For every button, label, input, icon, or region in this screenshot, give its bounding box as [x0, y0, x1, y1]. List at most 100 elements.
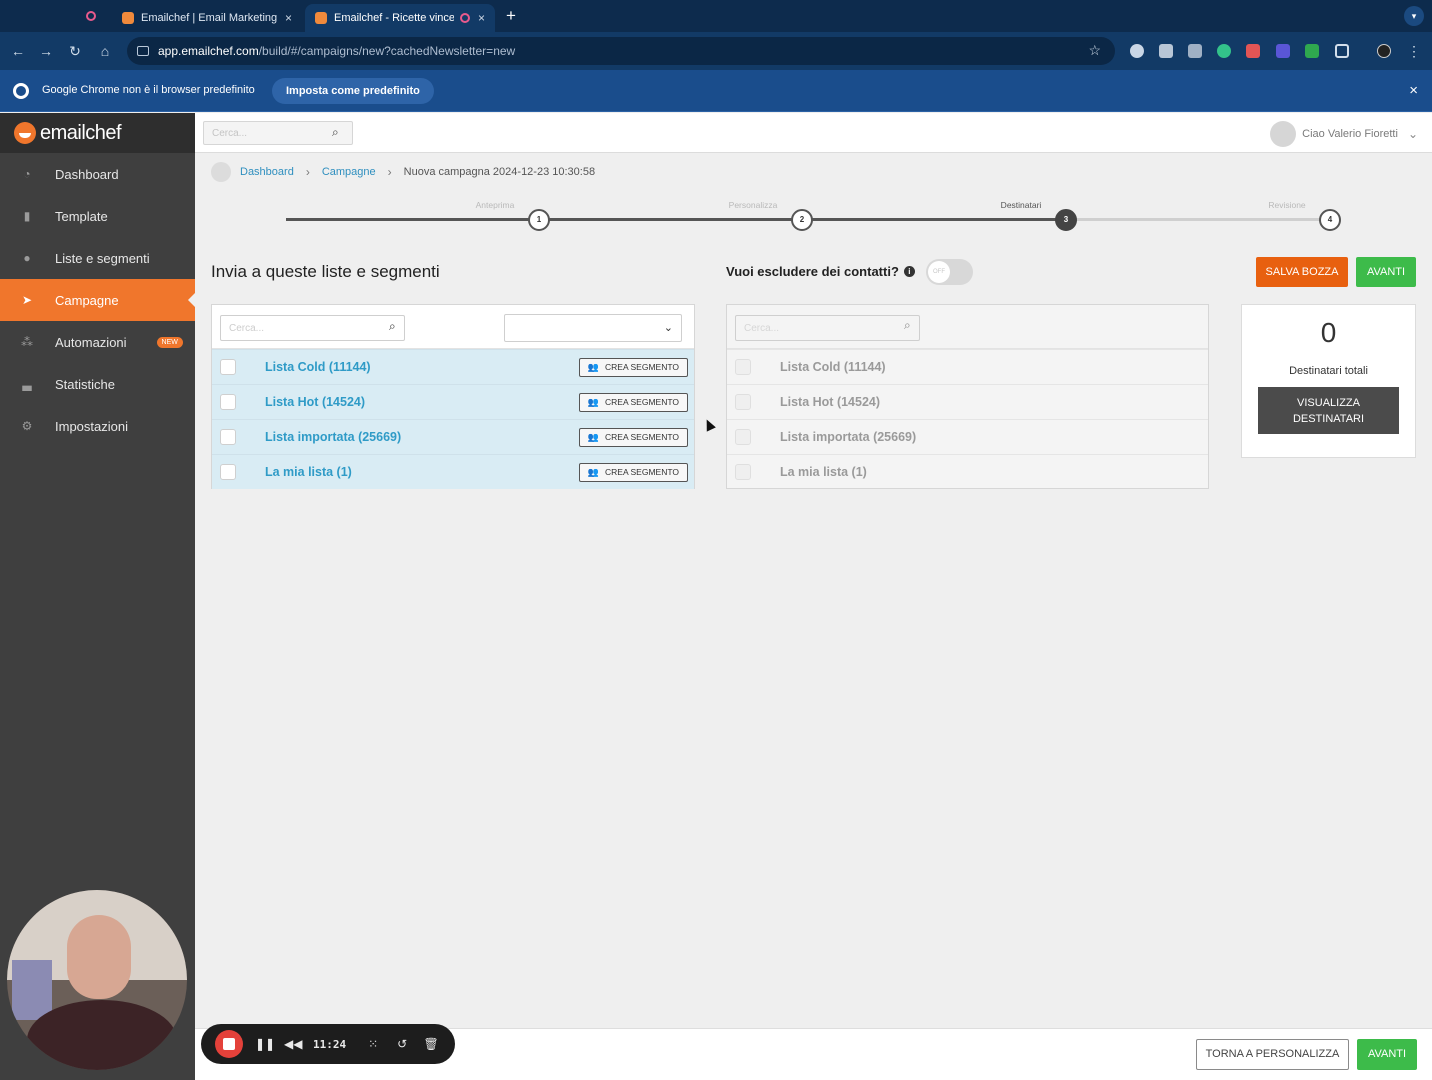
- browser-tab-1[interactable]: Emailchef | Email Marketing A ×: [112, 4, 302, 32]
- extension-7-icon[interactable]: [1305, 44, 1319, 58]
- sidebar-item-impostazioni[interactable]: ⚙ Impostazioni: [0, 405, 195, 447]
- extension-6-icon[interactable]: [1276, 44, 1290, 58]
- users-icon: 👥: [587, 396, 599, 407]
- extension-4-icon[interactable]: [1217, 44, 1231, 58]
- tab-search-icon[interactable]: ▾: [1404, 6, 1424, 26]
- step-label: Destinatari: [1000, 200, 1042, 210]
- avatar: [1270, 121, 1297, 147]
- search-icon[interactable]: ⌕: [332, 125, 339, 140]
- next-button-bottom[interactable]: AVANTI: [1357, 1039, 1417, 1070]
- dashboard-home-icon[interactable]: [211, 162, 231, 182]
- chevron-right-icon: ›: [305, 165, 310, 179]
- sidebar-item-campagne[interactable]: ➤ Campagne: [0, 279, 195, 321]
- create-segment-button[interactable]: 👥 CREA SEGMENTO: [578, 462, 688, 482]
- list-checkbox[interactable]: [220, 394, 236, 410]
- extension-3-icon[interactable]: [1188, 44, 1202, 58]
- lists-search-input[interactable]: Cerca...: [220, 315, 405, 341]
- app-top-bar: Cerca... ⌕ Ciao Valerio Fioretti ⌄: [195, 113, 1432, 153]
- step-2[interactable]: 2: [791, 209, 813, 231]
- address-bar[interactable]: app.emailchef.com /build/#/campaigns/new…: [127, 37, 1115, 65]
- extension-2-icon[interactable]: [1159, 44, 1173, 58]
- extension-5-icon[interactable]: [1246, 44, 1260, 58]
- bookmark-star-icon[interactable]: ☆: [1088, 42, 1101, 59]
- new-tab-button[interactable]: +: [502, 6, 520, 26]
- recording-timer: 11:24: [313, 1037, 347, 1051]
- breadcrumb-campagne[interactable]: Campagne: [322, 166, 376, 178]
- search-icon[interactable]: ⌕: [389, 319, 396, 334]
- sidebar-item-label: Automazioni: [55, 334, 127, 350]
- user-menu[interactable]: Ciao Valerio Fioretti ⌄: [1270, 121, 1418, 147]
- infobar-close-icon[interactable]: ×: [1409, 82, 1418, 99]
- gauge-icon: ◔: [23, 167, 31, 181]
- list-name[interactable]: Lista Cold (11144): [265, 360, 371, 374]
- create-segment-label: CREA SEGMENTO: [605, 467, 679, 477]
- exclude-contacts-toggle[interactable]: OFF: [926, 259, 973, 285]
- set-default-button[interactable]: Imposta come predefinito: [272, 78, 434, 104]
- chrome-menu-icon[interactable]: ⋮: [1404, 41, 1424, 61]
- stop-recording-button[interactable]: [215, 1030, 243, 1058]
- step-4[interactable]: 4: [1319, 209, 1341, 231]
- create-segment-button[interactable]: 👥 CREA SEGMENTO: [578, 392, 688, 412]
- exclude-list-row: La mia lista (1): [727, 454, 1208, 489]
- list-name[interactable]: La mia lista (1): [265, 465, 352, 479]
- brand-logo[interactable]: emailchef: [0, 113, 195, 153]
- sidebar-item-label: Statistiche: [55, 376, 115, 392]
- save-draft-button[interactable]: SALVA BOZZA: [1256, 257, 1348, 287]
- list-checkbox[interactable]: [220, 464, 236, 480]
- create-segment-label: CREA SEGMENTO: [605, 397, 679, 407]
- step-1[interactable]: 1: [528, 209, 550, 231]
- tab-close-icon[interactable]: ×: [285, 11, 292, 25]
- lists-section-title: Invia a queste liste e segmenti: [211, 262, 440, 281]
- home-icon[interactable]: ⌂: [95, 41, 115, 61]
- chevron-right-icon: ›: [387, 165, 392, 179]
- list-name[interactable]: Lista Hot (14524): [265, 395, 365, 409]
- profile-avatar-icon[interactable]: [1377, 44, 1391, 58]
- sidebar-item-statistiche[interactable]: ▃ Statistiche: [0, 363, 195, 405]
- sidebar-item-template[interactable]: ▮ Template: [0, 195, 195, 237]
- new-badge: NEW: [156, 336, 183, 348]
- extensions-puzzle-icon[interactable]: [1335, 44, 1349, 58]
- browser-tab-2[interactable]: Emailchef - Ricette vincenti ×: [305, 4, 495, 32]
- sidebar-item-automazioni[interactable]: ⁂ Automazioni NEW: [0, 321, 195, 363]
- list-name: Lista Hot (14524): [780, 395, 881, 409]
- tab-close-icon[interactable]: ×: [478, 11, 485, 25]
- rewind-icon[interactable]: ◀◀: [284, 1037, 302, 1051]
- stepper-progress-line: [286, 218, 1066, 221]
- back-icon[interactable]: ←: [8, 41, 28, 61]
- list-row[interactable]: Lista Cold (11144) 👥 CREA SEGMENTO: [212, 349, 694, 384]
- list-checkbox[interactable]: [220, 429, 236, 445]
- next-button-top[interactable]: AVANTI: [1356, 257, 1416, 287]
- sidebar-item-dashboard[interactable]: ◔ Dashboard: [0, 153, 195, 195]
- list-name[interactable]: Lista importata (25669): [265, 430, 401, 444]
- global-search-input[interactable]: Cerca...: [203, 121, 353, 145]
- create-segment-button[interactable]: 👥 CREA SEGMENTO: [578, 357, 688, 377]
- list-row[interactable]: La mia lista (1) 👥 CREA SEGMENTO: [212, 454, 694, 489]
- sidebar-item-liste-e-segmenti[interactable]: ● Liste e segmenti: [0, 237, 195, 279]
- view-recipients-button[interactable]: VISUALIZZA DESTINATARI: [1258, 387, 1399, 434]
- reload-icon[interactable]: ↻: [65, 41, 85, 61]
- sidebar-item-label: Template: [55, 208, 108, 224]
- trash-icon[interactable]: 🗑: [422, 1037, 440, 1051]
- browser-tab-title: Emailchef | Email Marketing A: [141, 12, 277, 24]
- pause-icon[interactable]: ❚❚: [255, 1037, 275, 1051]
- step-3[interactable]: 3: [1055, 209, 1077, 231]
- back-to-personalize-button[interactable]: TORNA A PERSONALIZZA: [1196, 1039, 1349, 1070]
- search-icon: ⌕: [904, 318, 911, 332]
- site-info-icon[interactable]: [137, 46, 149, 56]
- recording-indicator-icon: [86, 11, 96, 21]
- extension-1-icon[interactable]: [1130, 44, 1144, 58]
- create-segment-button[interactable]: 👥 CREA SEGMENTO: [578, 427, 688, 447]
- default-browser-infobar: Google Chrome non è il browser predefini…: [0, 70, 1432, 112]
- info-icon[interactable]: i: [903, 266, 915, 277]
- forward-icon[interactable]: →: [36, 41, 56, 61]
- list-row[interactable]: Lista importata (25669) 👥 CREA SEGMENTO: [212, 419, 694, 454]
- users-icon: 👥: [587, 361, 599, 372]
- browser-tab-bar: Emailchef | Email Marketing A × Emailche…: [0, 0, 1432, 32]
- list-filter-select[interactable]: ⌄: [504, 314, 682, 342]
- list-row[interactable]: Lista Hot (14524) 👥 CREA SEGMENTO: [212, 384, 694, 419]
- grid-icon[interactable]: ⁙: [364, 1037, 382, 1051]
- breadcrumb-dashboard[interactable]: Dashboard: [240, 166, 294, 178]
- url-path: /build/#/campaigns/new?cachedNewsletter=…: [258, 44, 516, 58]
- restart-icon[interactable]: ↺: [393, 1037, 411, 1051]
- list-checkbox[interactable]: [220, 359, 236, 375]
